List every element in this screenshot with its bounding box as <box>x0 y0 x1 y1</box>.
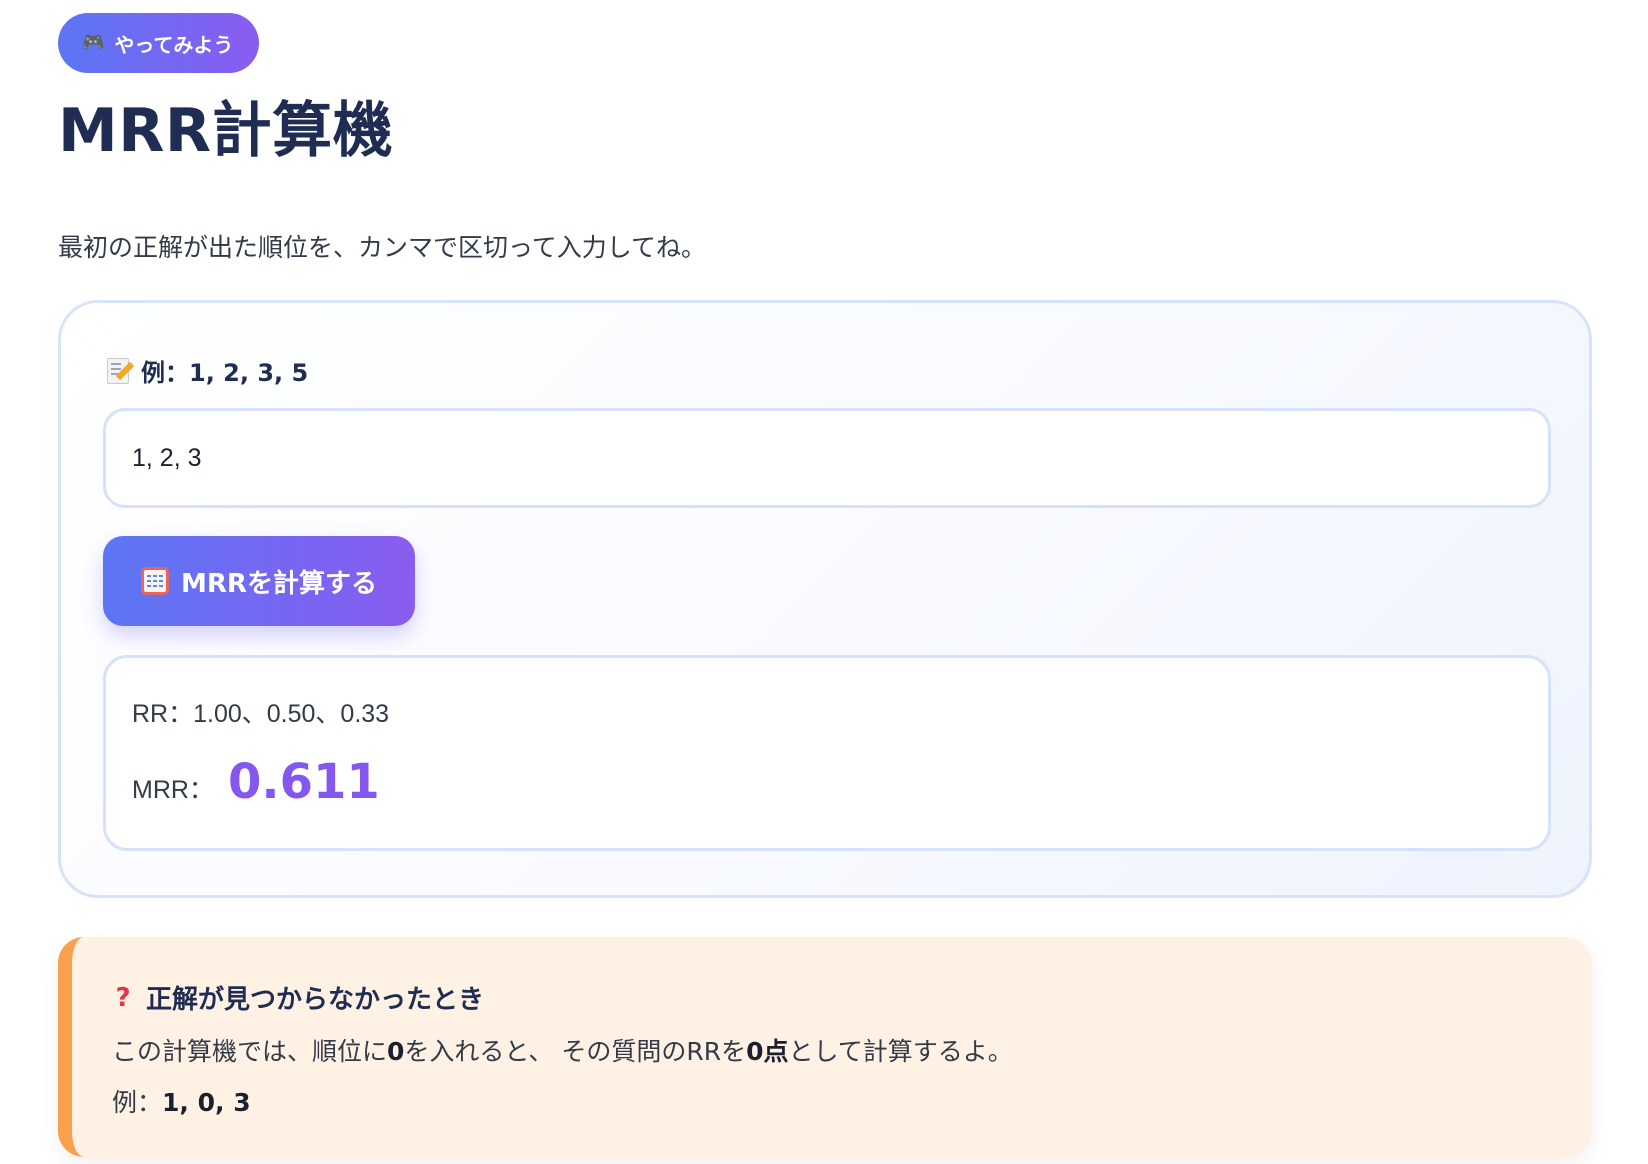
no-answer-note: ? 正解が見つからなかったとき この計算機では、順位に0を入れると、 その質問の… <box>58 937 1592 1157</box>
result-panel: RR：1.00、0.50、0.33 MRR： 0.611 <box>103 655 1551 851</box>
abacus-icon <box>141 567 170 595</box>
mrr-value: 0.611 <box>227 754 380 810</box>
note-example: 例：1, 0, 3 <box>112 1088 251 1117</box>
note-title-text: 正解が見つからなかったとき <box>146 985 485 1015</box>
calculate-mrr-button[interactable]: MRRを計算する <box>103 536 415 626</box>
badge-label: やってみよう <box>114 32 234 57</box>
rr-result: RR：1.00、0.50、0.33 <box>132 694 389 730</box>
rr-values: 1.00、0.50、0.33 <box>193 700 390 728</box>
question-mark-icon: ? <box>115 982 131 1013</box>
mrr-result: MRR： 0.611 <box>132 754 380 810</box>
example-label: 例：1, 2, 3, 5 <box>107 353 308 388</box>
note-title: ? 正解が見つからなかったとき <box>112 979 484 1016</box>
try-it-badge: 🎮 やってみよう <box>58 13 260 73</box>
instructions-text: 最初の正解が出た順位を、カンマで区切って入力してね。 <box>58 233 707 262</box>
note-text: この計算機では、順位に0を入れると、 その質問のRRを0点として計算するよ。 <box>112 1037 1013 1066</box>
ranks-input[interactable] <box>103 408 1551 508</box>
calculate-button-label: MRRを計算する <box>181 568 377 599</box>
calculator-card: 例：1, 2, 3, 5 MRRを計算する RR：1.00、0.50、0.33 … <box>58 300 1592 898</box>
page: 🎮 やってみよう MRR計算機 最初の正解が出た順位を、カンマで区切って入力して… <box>0 0 1648 1164</box>
page-title: MRR計算機 <box>58 96 394 166</box>
example-value: 1, 2, 3, 5 <box>189 359 309 387</box>
mrr-label: MRR： <box>132 776 214 804</box>
rr-label: RR： <box>132 700 194 728</box>
memo-icon <box>107 357 135 384</box>
game-controller-icon: 🎮 <box>82 32 105 53</box>
example-prefix: 例： <box>141 359 189 387</box>
